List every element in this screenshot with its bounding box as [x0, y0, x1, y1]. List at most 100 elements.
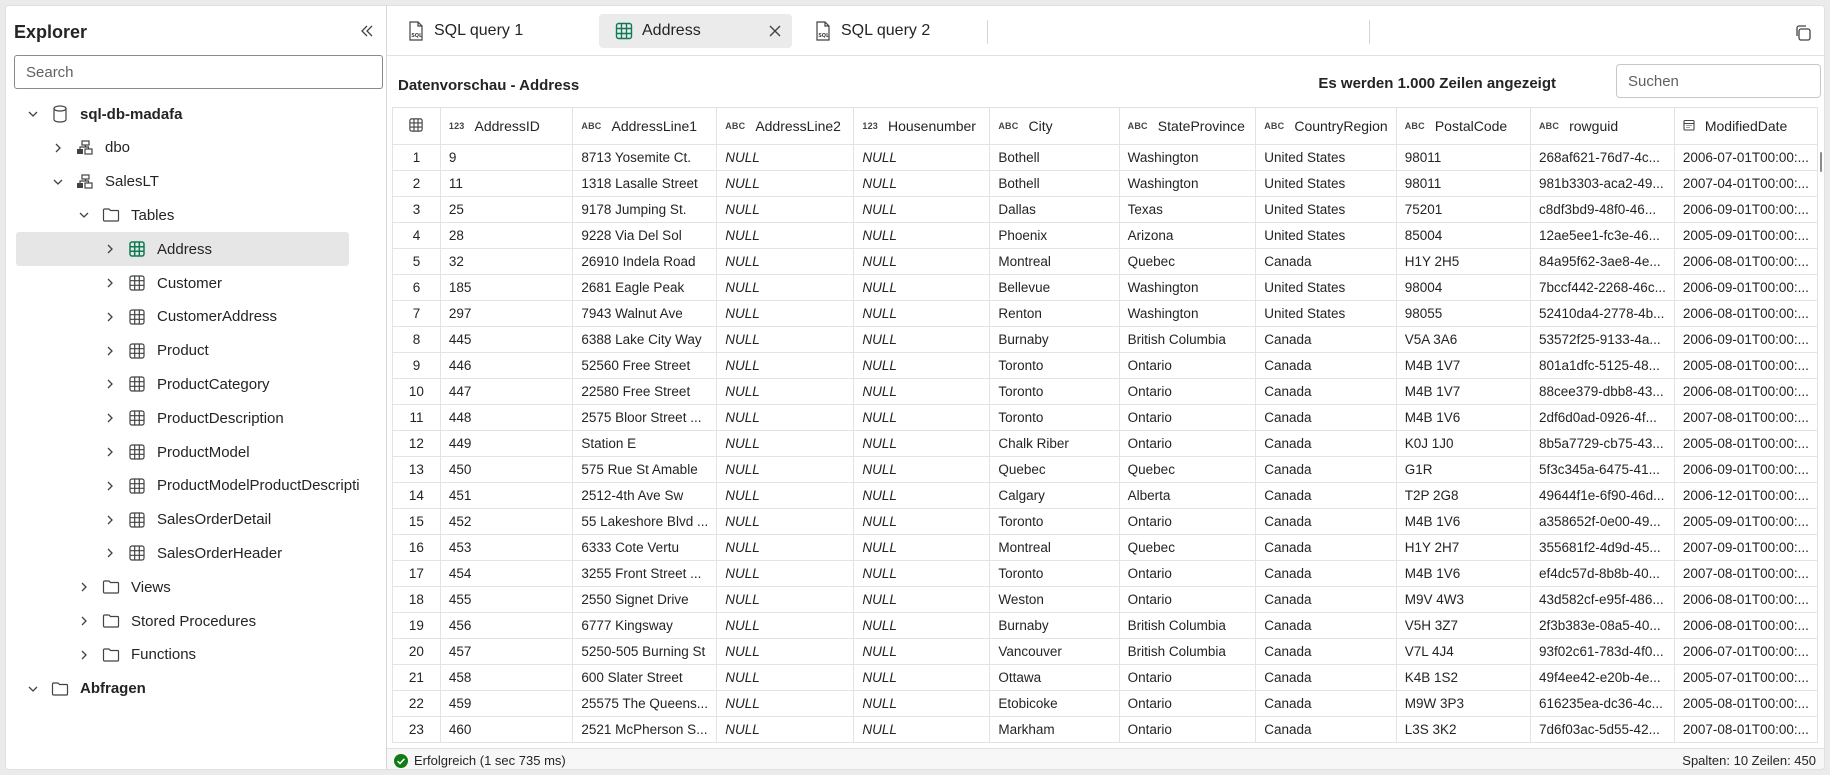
table-cell[interactable]: 53572f25-9133-4a... — [1529, 326, 1675, 353]
table-cell[interactable]: 6777 Kingsway — [572, 612, 718, 639]
table-cell[interactable]: 449 — [439, 430, 574, 457]
table-cell[interactable]: NULL — [716, 222, 855, 249]
column-header-postalcode[interactable]: ABC PostalCode — [1395, 107, 1531, 145]
table-cell[interactable]: 981b3303-aca2-49... — [1529, 170, 1675, 197]
chevron-right-icon[interactable] — [101, 443, 119, 461]
table-cell[interactable]: NULL — [716, 586, 855, 613]
table-cell[interactable]: NULL — [716, 404, 855, 431]
table-cell[interactable]: 32 — [439, 248, 574, 275]
table-cell[interactable]: NULL — [716, 326, 855, 353]
table-cell[interactable]: 2006-07-01T00:00:... — [1673, 144, 1818, 171]
table-cell[interactable]: Quebec — [1118, 534, 1257, 561]
table-cell[interactable]: Ontario — [1118, 404, 1257, 431]
table-row[interactable]: 4 28 9228 Via Del Sol NULL NULL Phoenix Arizon… — [392, 222, 1818, 249]
table-cell[interactable]: 2007-08-01T00:00:... — [1673, 560, 1818, 587]
table-cell[interactable]: 450 — [439, 456, 574, 483]
table-cell[interactable]: NULL — [853, 196, 991, 223]
table-cell[interactable]: NULL — [716, 300, 855, 327]
table-cell[interactable]: M4B 1V7 — [1395, 352, 1531, 379]
table-cell[interactable]: Vancouver — [989, 638, 1120, 665]
table-row[interactable]: 6 185 2681 Eagle Peak NULL NULL Bellevue Washi… — [392, 274, 1818, 301]
table-cell[interactable]: Canada — [1255, 534, 1397, 561]
table-cell[interactable]: 2512-4th Ave Sw — [572, 482, 718, 509]
column-header-modifieddate[interactable]: ModifiedDate — [1673, 107, 1818, 145]
table-cell[interactable]: British Columbia — [1118, 638, 1257, 665]
table-cell[interactable]: 3255 Front Street ... — [572, 560, 718, 587]
tree-item-customeraddress[interactable]: CustomerAddress — [101, 300, 376, 334]
tree-item-customer[interactable]: Customer — [101, 266, 376, 300]
table-cell[interactable]: NULL — [853, 638, 991, 665]
table-cell[interactable]: NULL — [853, 612, 991, 639]
table-cell[interactable]: NULL — [853, 352, 991, 379]
table-cell[interactable]: 43d582cf-e95f-486... — [1529, 586, 1675, 613]
table-cell[interactable]: Canada — [1255, 326, 1397, 353]
table-cell[interactable]: Weston — [989, 586, 1120, 613]
chevron-down-icon[interactable] — [24, 105, 42, 123]
table-cell[interactable]: NULL — [716, 482, 855, 509]
table-cell[interactable]: V7L 4J4 — [1395, 638, 1531, 665]
table-cell[interactable]: 5250-505 Burning St — [572, 638, 718, 665]
table-cell[interactable]: NULL — [853, 716, 991, 743]
table-row[interactable]: 16 453 6333 Cote Vertu NULL NULL Montreal Queb… — [392, 534, 1818, 561]
table-row[interactable]: 7 297 7943 Walnut Ave NULL NULL Renton Washing… — [392, 300, 1818, 327]
tree-item-dbo[interactable]: dbo — [49, 131, 376, 165]
table-cell[interactable]: H1Y 2H5 — [1395, 248, 1531, 275]
table-cell[interactable]: 7d6f03ac-5d55-42... — [1529, 716, 1675, 743]
tree-item-saleslt[interactable]: SalesLT — [49, 165, 376, 199]
column-header-city[interactable]: ABC City — [989, 107, 1120, 145]
table-cell[interactable]: 2006-08-01T00:00:... — [1673, 586, 1818, 613]
table-cell[interactable]: 616235ea-dc36-4c... — [1529, 690, 1675, 717]
column-header-addressid[interactable]: 123 AddressID — [439, 107, 574, 145]
table-cell[interactable]: Canada — [1255, 404, 1397, 431]
explorer-search-input[interactable] — [14, 55, 383, 89]
table-cell[interactable]: L3S 3K2 — [1395, 716, 1531, 743]
table-row[interactable]: 17 454 3255 Front Street ... NULL NULL Toront… — [392, 560, 1818, 587]
table-cell[interactable]: M9W 3P3 — [1395, 690, 1531, 717]
table-cell[interactable]: NULL — [716, 352, 855, 379]
table-cell[interactable]: Arizona — [1118, 222, 1257, 249]
table-cell[interactable]: 2007-08-01T00:00:... — [1673, 404, 1818, 431]
table-cell[interactable]: NULL — [853, 144, 991, 171]
table-cell[interactable]: Canada — [1255, 248, 1397, 275]
chevron-right-icon[interactable] — [49, 139, 67, 157]
table-cell[interactable]: M9V 4W3 — [1395, 586, 1531, 613]
table-cell[interactable]: United States — [1255, 300, 1397, 327]
chevron-down-icon[interactable] — [24, 680, 42, 698]
table-cell[interactable]: NULL — [853, 456, 991, 483]
table-cell[interactable]: NULL — [853, 508, 991, 535]
table-cell[interactable]: Ontario — [1118, 690, 1257, 717]
table-cell[interactable]: NULL — [853, 326, 991, 353]
table-cell[interactable]: NULL — [716, 560, 855, 587]
table-row[interactable]: 12 449 Station E NULL NULL Chalk Riber Ontario… — [392, 430, 1818, 457]
column-header-housenumber[interactable]: 123 Housenumber — [853, 107, 991, 145]
column-header-addressline1[interactable]: ABC AddressLine1 — [572, 107, 718, 145]
tree-item-stored-procedures[interactable]: Stored Procedures — [75, 604, 376, 638]
table-cell[interactable]: Ontario — [1118, 508, 1257, 535]
chevron-right-icon[interactable] — [101, 308, 119, 326]
table-cell[interactable]: Bothell — [989, 170, 1120, 197]
table-cell[interactable]: H1Y 2H7 — [1395, 534, 1531, 561]
table-cell[interactable]: Canada — [1255, 716, 1397, 743]
table-cell[interactable]: Montreal — [989, 248, 1120, 275]
table-cell[interactable]: Toronto — [989, 508, 1120, 535]
table-row[interactable]: 8 445 6388 Lake City Way NULL NULL Burnaby Bri… — [392, 326, 1818, 353]
table-cell[interactable]: NULL — [853, 430, 991, 457]
table-cell[interactable]: 2006-09-01T00:00:... — [1673, 274, 1818, 301]
table-cell[interactable]: Toronto — [989, 404, 1120, 431]
table-cell[interactable]: 2f3b383e-08a5-40... — [1529, 612, 1675, 639]
table-cell[interactable]: NULL — [853, 482, 991, 509]
table-row[interactable]: 9 446 52560 Free Street NULL NULL Toronto Onta… — [392, 352, 1818, 379]
table-cell[interactable]: Washington — [1118, 300, 1257, 327]
table-cell[interactable]: 460 — [439, 716, 574, 743]
tab-address[interactable]: Address — [599, 14, 792, 48]
table-cell[interactable]: NULL — [716, 690, 855, 717]
table-cell[interactable]: NULL — [853, 404, 991, 431]
table-cell[interactable]: 98011 — [1395, 170, 1531, 197]
table-cell[interactable]: 25 — [439, 196, 574, 223]
table-cell[interactable]: 455 — [439, 586, 574, 613]
table-cell[interactable]: Alberta — [1118, 482, 1257, 509]
table-cell[interactable]: Ontario — [1118, 378, 1257, 405]
tree-item-productmodelproductdescripti[interactable]: ProductModelProductDescripti — [101, 469, 376, 503]
table-cell[interactable]: NULL — [853, 300, 991, 327]
chevron-down-icon[interactable] — [75, 206, 93, 224]
